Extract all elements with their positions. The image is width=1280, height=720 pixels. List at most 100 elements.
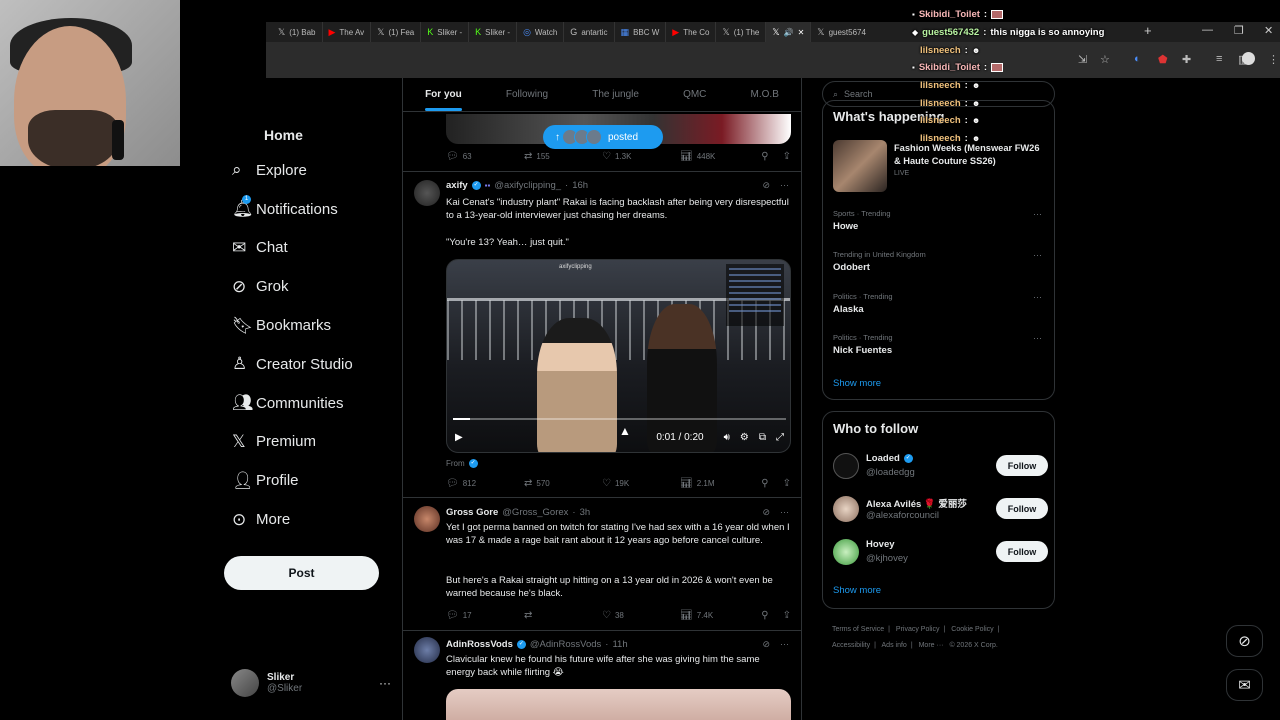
tweet-media[interactable]	[446, 689, 791, 720]
tweet-time[interactable]: 11h	[612, 639, 627, 650]
tweet[interactable]: Gross Gore @Gross_Gorex · 3h ⊘ ··· Yet I …	[403, 498, 801, 628]
tweet-author-handle[interactable]: @axifyclipping_	[494, 180, 561, 191]
nav-more[interactable]: ⊙ More	[224, 500, 394, 539]
follow-button[interactable]: Follow	[996, 541, 1048, 562]
account-switcher[interactable]: Sliker @Sliker ···	[231, 666, 391, 700]
trend-item[interactable]: Politics · Trending Alaska ···	[833, 292, 1048, 315]
tweet-time[interactable]: 16h	[572, 180, 588, 191]
more-dots-icon[interactable]: ···	[1033, 292, 1042, 302]
follow-button[interactable]: Follow	[996, 498, 1048, 519]
share-icon[interactable]: ⇪	[783, 151, 791, 162]
speaker-icon[interactable]: 🔊	[784, 28, 794, 37]
avatar[interactable]	[414, 637, 440, 663]
bookmark-icon[interactable]: ⚲	[761, 151, 768, 162]
share-icon[interactable]: ⇪	[783, 610, 791, 621]
restore-icon[interactable]: ❐	[1234, 24, 1244, 37]
footer-link[interactable]: Accessibility	[832, 642, 870, 649]
nav-explore[interactable]: ⌕ Explore	[224, 151, 394, 190]
more-dots-icon[interactable]: ···	[1033, 250, 1042, 260]
footer-link[interactable]: Cookie Policy	[951, 626, 993, 633]
nav-notifications[interactable]: 🔔︎ 1 Notifications	[224, 190, 394, 229]
follow-suggestion[interactable]: Hovey @kjhovey Follow	[833, 539, 1048, 569]
bookmark-icon[interactable]: ⚲	[761, 478, 768, 489]
more-dots-icon[interactable]: ···	[780, 180, 789, 191]
browser-tab[interactable]: 𝕏 (1) Fea	[371, 22, 422, 42]
tweet-author-handle[interactable]: @Gross_Gorex	[502, 507, 568, 518]
like-button[interactable]: ♡ 19K	[602, 478, 680, 489]
reply-button[interactable]: 💬︎ 63	[446, 151, 524, 162]
follow-suggestion[interactable]: Loaded ✓ @loadedgg Follow	[833, 453, 1048, 483]
avatar[interactable]	[414, 180, 440, 206]
play-icon[interactable]: ▶	[455, 432, 463, 443]
trend-item[interactable]: Sports · Trending Howe ···	[833, 209, 1048, 232]
close-tab-icon[interactable]: ✕	[798, 28, 805, 37]
browser-tab[interactable]: ◎ Watch	[517, 22, 565, 42]
tweet-author-name[interactable]: Gross Gore	[446, 507, 498, 518]
menu-icon[interactable]: ⋮	[1268, 53, 1279, 66]
browser-tab[interactable]: ▦ BBC W	[615, 22, 667, 42]
tab-the-jungle[interactable]: The jungle	[592, 89, 639, 100]
show-more-link[interactable]: Show more	[833, 378, 881, 389]
browser-tab-active[interactable]: 𝕏 🔊 ✕	[766, 22, 812, 42]
trend-item[interactable]: Trending in United Kingdom Odobert ···	[833, 250, 1048, 273]
featured-trend[interactable]: Fashion Weeks (Menswear FW26 & Haute Cou…	[833, 140, 1048, 195]
tab-qmc[interactable]: QMC	[683, 89, 706, 100]
more-dots-icon[interactable]: ···	[379, 676, 391, 690]
grok-fab[interactable]: ⊘	[1226, 625, 1263, 657]
follow-suggestion[interactable]: Alexa Avilés 🌹 爱丽莎 @alexaforcouncil Foll…	[833, 496, 1048, 526]
bookmark-icon[interactable]: ⚲	[761, 610, 768, 621]
repost-button[interactable]: ⇄	[524, 610, 602, 621]
nav-grok[interactable]: ⊘ Grok	[224, 267, 394, 306]
more-dots-icon[interactable]: ···	[1033, 333, 1042, 343]
browser-tab[interactable]: K Sliker -	[469, 22, 518, 42]
nav-creator-studio[interactable]: ♙ Creator Studio	[224, 345, 394, 384]
nav-premium[interactable]: 𝕏 Premium	[224, 423, 394, 462]
reply-button[interactable]: 💬︎ 812	[446, 478, 524, 489]
footer-link[interactable]: More ···	[919, 642, 944, 649]
messages-fab[interactable]: ✉	[1226, 669, 1263, 701]
nav-profile[interactable]: 👤︎ Profile	[224, 461, 394, 500]
more-dots-icon[interactable]: ···	[780, 639, 789, 650]
puzzle-icon[interactable]: ✚	[1182, 53, 1191, 66]
nav-bookmarks[interactable]: 🔖︎ Bookmarks	[224, 306, 394, 345]
browser-tab[interactable]: ▶ The Av	[323, 22, 372, 42]
grok-icon[interactable]: ⊘	[762, 639, 770, 650]
like-button[interactable]: ♡ 1.3K	[602, 151, 680, 162]
tab-following[interactable]: Following	[506, 89, 548, 100]
like-button[interactable]: ♡ 38	[602, 610, 680, 621]
pip-icon[interactable]: ⧉	[759, 432, 766, 443]
settings-icon[interactable]: ⚙	[740, 432, 749, 443]
nav-home[interactable]: Home	[264, 118, 394, 151]
tab-mob[interactable]: M.O.B	[751, 89, 779, 100]
nav-communities[interactable]: 👥︎ Communities	[224, 384, 394, 423]
minimize-icon[interactable]: —	[1202, 24, 1213, 36]
browser-tab[interactable]: 𝕏 (1) The	[716, 22, 767, 42]
nav-chat[interactable]: ✉ Chat	[224, 229, 394, 268]
profile-avatar-icon[interactable]	[1242, 52, 1255, 65]
tweet-author-handle[interactable]: @AdinRossVods	[530, 639, 601, 650]
grok-icon[interactable]: ⊘	[762, 180, 770, 191]
media-icon[interactable]: ≡	[1216, 53, 1222, 65]
volume-icon[interactable]: 🔊︎	[724, 432, 730, 443]
grok-icon[interactable]: ⊘	[762, 507, 770, 518]
views-button[interactable]: 📊︎ 7.4K	[680, 610, 758, 621]
footer-link[interactable]: Terms of Service	[832, 626, 884, 633]
share-icon[interactable]: ⇪	[783, 478, 791, 489]
footer-link[interactable]: Ads info	[882, 642, 907, 649]
more-dots-icon[interactable]: ···	[780, 507, 789, 518]
video-progress-bar[interactable]	[453, 418, 786, 420]
tweet-author-name[interactable]: axify	[446, 180, 468, 191]
new-posts-pill[interactable]: ↑ posted	[543, 125, 663, 149]
close-window-icon[interactable]: ✕	[1264, 24, 1273, 37]
browser-tab[interactable]: Gantartic	[564, 22, 615, 42]
tab-for-you[interactable]: For you	[425, 89, 462, 111]
reply-button[interactable]: 💬︎ 17	[446, 610, 524, 621]
shield-icon[interactable]: ⬟	[1158, 53, 1168, 66]
views-button[interactable]: 📊︎ 2.1M	[680, 478, 758, 489]
browser-tab[interactable]: ▶ The Co	[666, 22, 717, 42]
show-more-link[interactable]: Show more	[833, 585, 881, 596]
avatar[interactable]	[414, 506, 440, 532]
footer-link[interactable]: Privacy Policy	[896, 626, 940, 633]
video-player[interactable]: axifyclipping ▶ 0:01 / 0:20 🔊︎ ⚙ ⧉ ⤢ ▲	[446, 259, 791, 453]
repost-button[interactable]: ⇄ 155	[524, 151, 602, 162]
